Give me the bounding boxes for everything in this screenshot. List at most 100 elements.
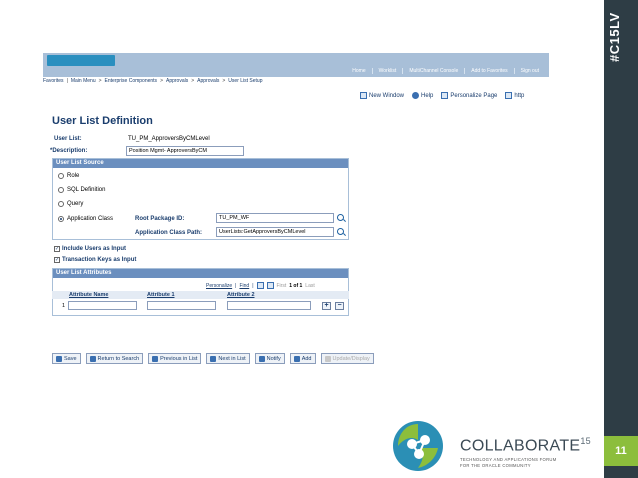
transaction-keys-label: Transaction Keys as Input <box>62 257 137 263</box>
previous-icon <box>152 355 159 362</box>
download-icon[interactable] <box>266 282 274 289</box>
breadcrumb-separator: > <box>160 78 163 84</box>
sql-definition-radio-label: SQL Definition <box>67 187 106 193</box>
add-row-button[interactable]: + <box>322 302 331 310</box>
worklist-link[interactable]: Worklist <box>371 68 403 74</box>
grid-personalize-link[interactable]: Personalize <box>206 283 232 289</box>
return-to-search-button[interactable]: Return to Search <box>85 353 144 364</box>
app-class-path-label: Application Class Path: <box>135 230 203 236</box>
add-label: Add <box>301 355 312 362</box>
grid-row-number: 1 <box>62 303 66 309</box>
notify-icon <box>258 355 265 362</box>
http-icon <box>505 92 513 99</box>
app-class-path-lookup-icon[interactable] <box>337 228 344 235</box>
update-display-button[interactable]: Update/Display <box>320 353 374 364</box>
user-list-source-title: User List Source <box>53 159 348 168</box>
sql-definition-radio[interactable] <box>58 187 64 193</box>
app-class-path-input[interactable]: UserLists:GetApproversByCMLevel <box>216 227 334 237</box>
root-package-lookup-icon[interactable] <box>337 214 344 221</box>
sign-out-link[interactable]: Sign out <box>513 68 545 74</box>
breadcrumb-separator: > <box>98 78 102 84</box>
slide-page-number: 11 <box>604 436 638 466</box>
breadcrumb-approvals[interactable]: Approvals <box>166 78 188 86</box>
brand-logo <box>47 55 115 66</box>
collaborate-name: COLLABORATE <box>460 437 581 455</box>
description-label: *Description: <box>50 148 88 154</box>
attribute-name-column-header[interactable]: Attribute Name <box>69 292 108 298</box>
home-link[interactable]: Home <box>346 68 371 74</box>
multichannel-console-link[interactable]: MultiChannel Console <box>402 68 464 74</box>
grid-nav-separator: | <box>235 282 237 289</box>
grid-last-link[interactable]: Last <box>305 283 314 289</box>
grid-find-link[interactable]: Find <box>239 283 249 289</box>
grid-nav-separator: | <box>252 282 254 289</box>
http-link[interactable]: http <box>505 92 524 99</box>
root-package-input[interactable]: TU_PM_WF <box>216 213 334 223</box>
help-icon <box>412 92 420 99</box>
breadcrumb-separator: | <box>66 78 68 84</box>
breadcrumb-separator: > <box>191 78 195 84</box>
http-label: http <box>514 92 525 99</box>
breadcrumb-user-list-setup[interactable]: User List Setup <box>228 78 262 86</box>
new-window-icon <box>360 92 367 99</box>
new-window-link[interactable]: New Window <box>360 92 404 99</box>
notify-label: Notify <box>266 355 281 362</box>
query-radio-label: Query <box>67 201 84 207</box>
application-class-radio[interactable] <box>58 216 64 222</box>
role-radio[interactable] <box>58 173 64 179</box>
user-list-attributes-title: User List Attributes <box>53 269 348 278</box>
update-display-label: Update/Display <box>332 355 370 362</box>
previous-in-list-label: Previous in List <box>160 355 198 362</box>
add-to-favorites-link[interactable]: Add to Favorites <box>464 68 513 74</box>
update-display-icon <box>324 355 331 362</box>
transaction-keys-checkbox[interactable]: ✓ <box>54 257 60 263</box>
save-icon <box>56 355 62 362</box>
page-title: User List Definition <box>52 115 153 127</box>
grid-first-link[interactable]: First <box>277 283 287 289</box>
attribute-2-column-header[interactable]: Attribute 2 <box>227 292 255 298</box>
user-list-label: User List: <box>54 136 82 142</box>
slide-hashtag: #C15LV <box>607 12 622 62</box>
return-to-search-label: Return to Search <box>97 355 140 362</box>
collaborate-tagline-1: TECHNOLOGY AND APPLICATIONS FORUM <box>460 457 557 462</box>
return-icon <box>89 355 96 362</box>
include-users-label: Include Users as Input <box>62 246 127 252</box>
description-input[interactable]: Position Mgmt- ApproversByCM <box>126 146 244 156</box>
personalize-page-label: Personalize Page <box>450 92 498 99</box>
attribute-2-input[interactable] <box>227 301 311 310</box>
breadcrumb-separator: > <box>222 78 226 84</box>
add-button[interactable]: Add <box>289 353 316 364</box>
next-in-list-button[interactable]: Next in List <box>206 353 250 364</box>
view-all-icon[interactable] <box>256 282 264 289</box>
application-class-radio-label: Application Class <box>67 216 114 222</box>
previous-in-list-button[interactable]: Previous in List <box>148 353 202 364</box>
personalize-icon <box>441 92 449 99</box>
help-label: Help <box>421 92 434 99</box>
breadcrumb-main-menu[interactable]: Main Menu <box>71 78 96 86</box>
delete-row-button[interactable]: − <box>335 302 344 310</box>
personalize-page-link[interactable]: Personalize Page <box>441 92 497 99</box>
grid-navigation: Personalize | Find | First 1 of 1 Last <box>206 282 315 289</box>
collaborate-logo-mark <box>392 420 444 472</box>
collaborate-wordmark: COLLABORATE15 <box>460 436 591 455</box>
save-button[interactable]: Save <box>52 353 81 364</box>
attribute-1-column-header[interactable]: Attribute 1 <box>147 292 175 298</box>
role-radio-label: Role <box>67 173 80 179</box>
breadcrumb-favorites[interactable]: Favorites <box>43 78 64 86</box>
save-label: Save <box>64 355 77 362</box>
help-link[interactable]: Help <box>412 92 433 99</box>
attribute-1-input[interactable] <box>147 301 216 310</box>
user-list-value: TU_PM_ApproversByCMLevel <box>128 136 210 142</box>
breadcrumb-approvals-sub[interactable]: Approvals <box>197 78 219 86</box>
root-package-label: Root Package ID: <box>135 216 185 222</box>
include-users-checkbox[interactable]: ✓ <box>54 246 60 252</box>
query-radio[interactable] <box>58 201 64 207</box>
header-links: Home Worklist MultiChannel Console Add t… <box>346 68 545 74</box>
breadcrumb-enterprise-components[interactable]: Enterprise Components <box>105 78 158 86</box>
collaborate-tagline-2: FOR THE ORACLE COMMUNITY <box>460 463 531 468</box>
attribute-name-input[interactable] <box>68 301 137 310</box>
logo-graphic <box>393 421 443 471</box>
next-icon <box>210 355 217 362</box>
new-window-label: New Window <box>369 92 405 99</box>
notify-button[interactable]: Notify <box>254 353 285 364</box>
